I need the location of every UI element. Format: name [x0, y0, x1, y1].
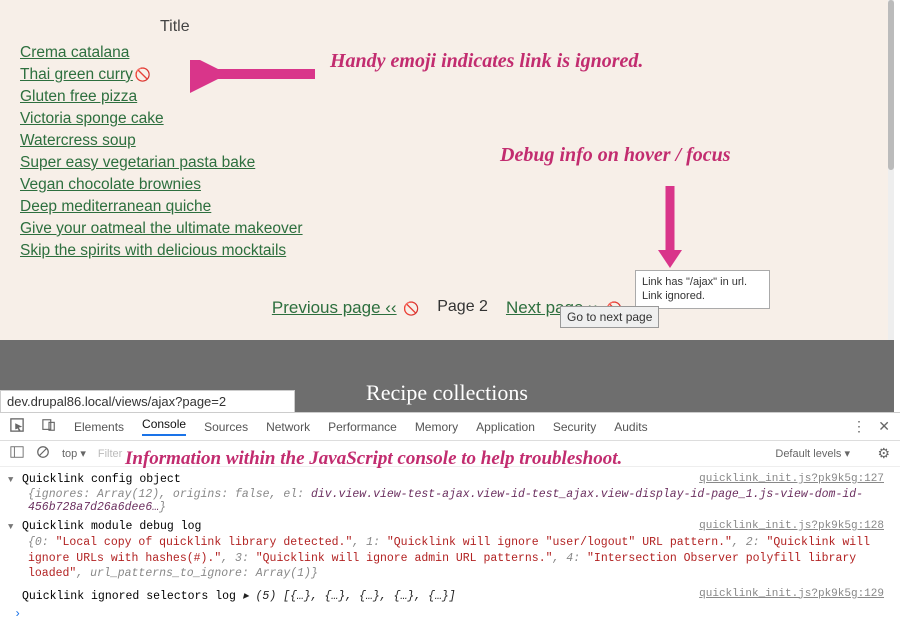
log-array[interactable]: ▸ (5) [{…}, {…}, {…}, {…}, {…}] — [243, 590, 456, 603]
tab-audits[interactable]: Audits — [614, 420, 647, 434]
url-overlay: dev.drupal86.local/views/ajax?page=2 — [0, 390, 295, 413]
pager-prev-link[interactable]: Previous page ‹‹ — [272, 298, 397, 317]
recipe-link[interactable]: Deep mediterranean quiche — [20, 198, 211, 215]
gear-icon[interactable]: ⚙ — [877, 445, 890, 462]
arrow-icon — [650, 180, 690, 270]
recipe-link[interactable]: Skip the spirits with delicious mocktail… — [20, 242, 286, 259]
go-next-button[interactable]: Go to next page — [560, 306, 659, 328]
inspect-icon[interactable] — [10, 418, 24, 435]
tab-application[interactable]: Application — [476, 420, 535, 434]
device-icon[interactable] — [42, 418, 56, 435]
console-prompt[interactable]: › — [8, 607, 892, 621]
tooltip-line: Link has "/ajax" in url. — [642, 275, 763, 289]
recipe-list: Crema catalana Thai green curry🚫 Gluten … — [20, 44, 874, 260]
console-log-entry[interactable]: ▼ Quicklink config object quicklink_init… — [8, 473, 892, 486]
recipe-link[interactable]: Victoria sponge cake — [20, 110, 164, 127]
console-log-entry[interactable]: ▼ Quicklink module debug log quicklink_i… — [8, 520, 892, 533]
close-icon[interactable]: ✕ — [878, 418, 890, 435]
tab-elements[interactable]: Elements — [74, 420, 124, 434]
sidebar-toggle-icon[interactable] — [10, 445, 24, 462]
tab-performance[interactable]: Performance — [328, 420, 397, 434]
log-title: Quicklink ignored selectors log — [22, 590, 236, 603]
tooltip-line: Link ignored. — [642, 289, 763, 303]
column-title: Title — [160, 18, 874, 36]
expand-icon[interactable]: ▼ — [8, 522, 13, 532]
devtools-panel: Elements Console Sources Network Perform… — [0, 412, 900, 617]
annotation-text: Debug info on hover / focus — [500, 144, 731, 167]
section-title: Recipe collections — [366, 380, 528, 406]
log-body: {ignores: Array(12), origins: false, el:… — [8, 488, 892, 514]
log-body: {0: "Local copy of quicklink library det… — [8, 535, 892, 582]
context-selector[interactable]: top ▾ — [62, 447, 86, 460]
recipe-link[interactable]: Super easy vegetarian pasta bake — [20, 154, 255, 171]
annotation-text: Handy emoji indicates link is ignored. — [330, 50, 643, 73]
levels-selector[interactable]: Default levels ▾ — [775, 447, 850, 460]
log-source-link[interactable]: quicklink_init.js?pk9k5g:128 — [699, 520, 884, 532]
tab-sources[interactable]: Sources — [204, 420, 248, 434]
log-title: Quicklink config object — [22, 473, 181, 486]
recipe-link[interactable]: Gluten free pizza — [20, 88, 137, 105]
no-entry-icon: 🚫 — [135, 67, 151, 83]
log-source-link[interactable]: quicklink_init.js?pk9k5g:127 — [699, 473, 884, 485]
recipe-link[interactable]: Give your oatmeal the ultimate makeover — [20, 220, 303, 237]
tab-memory[interactable]: Memory — [415, 420, 458, 434]
no-entry-icon: 🚫 — [403, 301, 419, 317]
page-content: Title Crema catalana Thai green curry🚫 G… — [0, 0, 894, 340]
expand-icon[interactable]: ▼ — [8, 475, 13, 485]
console-output: ▼ Quicklink config object quicklink_init… — [0, 467, 900, 627]
clear-console-icon[interactable] — [36, 445, 50, 462]
tab-security[interactable]: Security — [553, 420, 596, 434]
recipe-link[interactable]: Thai green curry — [20, 66, 133, 83]
console-log-entry[interactable]: Quicklink ignored selectors log ▸ (5) [{… — [8, 588, 892, 603]
recipe-link[interactable]: Crema catalana — [20, 44, 129, 61]
devtools-tabbar: Elements Console Sources Network Perform… — [0, 413, 900, 441]
arrow-icon — [190, 60, 320, 94]
scrollbar-thumb[interactable] — [888, 0, 894, 170]
log-title: Quicklink module debug log — [22, 520, 201, 533]
filter-input[interactable]: Filter — [98, 448, 122, 460]
tab-network[interactable]: Network — [266, 420, 310, 434]
recipe-link[interactable]: Vegan chocolate brownies — [20, 176, 201, 193]
tab-console[interactable]: Console — [142, 417, 186, 436]
log-source-link[interactable]: quicklink_init.js?pk9k5g:129 — [699, 588, 884, 600]
pager-current: Page 2 — [437, 298, 488, 316]
annotation-text: Information within the JavaScript consol… — [125, 448, 622, 470]
debug-tooltip: Link has "/ajax" in url. Link ignored. — [635, 270, 770, 309]
more-icon[interactable]: ⋮ — [852, 418, 866, 435]
recipe-link[interactable]: Watercress soup — [20, 132, 136, 149]
